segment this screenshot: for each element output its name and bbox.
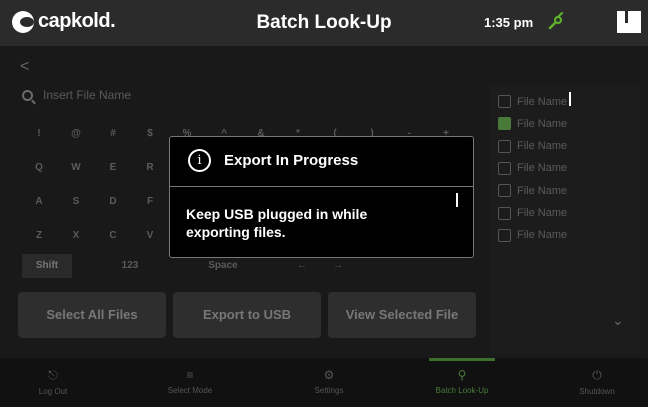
file-name-label: File Name xyxy=(517,140,568,153)
file-list-item[interactable]: File Name xyxy=(498,117,568,131)
link-icon xyxy=(548,12,564,30)
file-checkbox[interactable] xyxy=(498,95,511,108)
file-checkbox[interactable] xyxy=(498,206,511,220)
numbers-key[interactable]: 123 xyxy=(110,254,150,278)
keyboard-key[interactable]: @ xyxy=(59,122,93,146)
file-checkbox[interactable] xyxy=(498,184,511,198)
text-cursor xyxy=(456,193,458,207)
file-checkbox[interactable] xyxy=(498,139,511,153)
keyboard-key[interactable]: E xyxy=(96,156,130,180)
nav-label: Batch Look-Up xyxy=(435,386,489,395)
search-input[interactable]: Insert File Name xyxy=(43,88,131,102)
nav-label: Select Mode xyxy=(167,386,213,395)
file-name-label: File Name xyxy=(517,229,568,242)
keyboard-key[interactable]: $ xyxy=(133,122,167,146)
file-name-label: File Name xyxy=(517,117,568,130)
export-progress-dialog: i Export In Progress Keep USB plugged in… xyxy=(169,136,474,258)
bottom-nav: ⎋ Log Out ≡ Select Mode ⚙ Settings ⚲ Bat… xyxy=(0,358,648,407)
view-selected-file-button[interactable]: View Selected File xyxy=(328,292,476,338)
keyboard-key[interactable]: ! xyxy=(22,122,56,146)
keyboard-key[interactable]: V xyxy=(133,224,167,248)
file-list-item[interactable]: File Name xyxy=(498,228,568,242)
back-chevron-icon[interactable]: < xyxy=(20,58,29,76)
file-list-item[interactable]: File Name xyxy=(498,206,568,220)
usb-status-icon xyxy=(617,11,641,33)
keyboard-key[interactable]: F xyxy=(133,190,167,214)
file-checkbox[interactable] xyxy=(498,228,511,242)
info-icon: i xyxy=(188,149,211,172)
keyboard-key[interactable]: W xyxy=(59,156,93,180)
search-icon xyxy=(22,89,33,101)
scroll-down-chevron-icon[interactable]: ⌄ xyxy=(612,312,624,329)
nav-select-mode[interactable]: ≡ Select Mode xyxy=(135,358,245,407)
dialog-title: Export In Progress xyxy=(224,152,359,169)
top-bar: capkold. Batch Look-Up 1:35 pm xyxy=(0,0,648,46)
keyboard-key[interactable]: Z xyxy=(22,224,56,248)
keyboard-key[interactable]: S xyxy=(59,190,93,214)
file-name-label: File Name xyxy=(517,184,568,197)
file-checkbox[interactable] xyxy=(498,161,511,175)
file-list-item[interactable]: File Name xyxy=(498,95,567,108)
file-name-label: File Name xyxy=(517,95,568,108)
lock-icon: ⎋ xyxy=(48,368,58,382)
nav-label: Log Out xyxy=(38,387,68,396)
nav-label: Shutdown xyxy=(579,387,615,396)
keyboard-key[interactable]: C xyxy=(96,224,130,248)
search-icon: ⚲ xyxy=(457,368,467,382)
keyboard-key[interactable]: # xyxy=(96,122,130,146)
nav-log-out[interactable]: ⎋ Log Out xyxy=(0,358,108,407)
file-list-item[interactable]: File Name xyxy=(498,184,568,198)
file-name-label: File Name xyxy=(517,207,568,219)
file-name-label: File Name xyxy=(517,162,568,175)
power-icon: ⏻ xyxy=(592,368,602,382)
text-cursor xyxy=(569,92,571,106)
nav-label: Settings xyxy=(314,386,344,395)
search-bar[interactable]: Insert File Name xyxy=(22,88,131,102)
file-list-item[interactable]: File Name xyxy=(498,139,568,153)
keyboard-key[interactable]: X xyxy=(59,224,93,248)
nav-batch-look-up[interactable]: ⚲ Batch Look-Up xyxy=(407,358,517,407)
export-to-usb-button[interactable]: Export to USB xyxy=(173,292,321,338)
keyboard-key[interactable]: D xyxy=(96,190,130,214)
nav-shutdown[interactable]: ⏻ Shutdown xyxy=(542,358,648,407)
file-checkbox[interactable] xyxy=(498,117,511,131)
clock-time: 1:35 pm xyxy=(484,15,534,30)
keyboard-key[interactable]: A xyxy=(22,190,56,214)
dialog-message: Keep USB plugged in while exporting file… xyxy=(186,206,368,240)
sliders-icon: ≡ xyxy=(186,368,194,382)
nav-settings[interactable]: ⚙ Settings xyxy=(274,358,384,407)
gear-icon: ⚙ xyxy=(323,368,335,382)
dialog-header: i Export In Progress xyxy=(170,137,473,187)
file-list-item[interactable]: File Name xyxy=(498,161,568,175)
select-all-files-button[interactable]: Select All Files xyxy=(18,292,166,338)
keyboard-key[interactable]: Q xyxy=(22,156,56,180)
keyboard-key[interactable]: R xyxy=(133,156,167,180)
shift-key[interactable]: Shift xyxy=(22,254,72,278)
